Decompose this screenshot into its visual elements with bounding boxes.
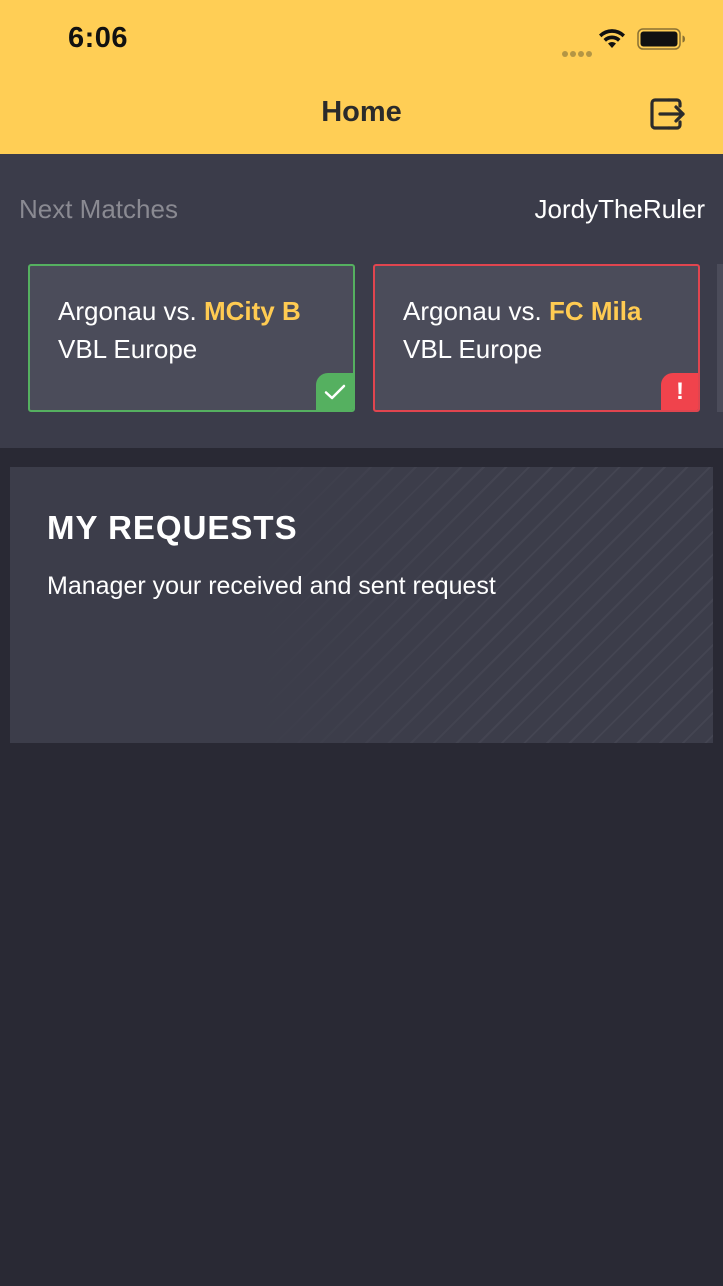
logout-button[interactable]: [647, 94, 687, 134]
match-league: VBL Europe: [403, 334, 543, 364]
cellular-signal-icon: [562, 44, 594, 62]
home-team: Argonau vs.: [58, 296, 204, 326]
next-matches-section: Next Matches JordyTheRuler Argonau vs. M…: [0, 154, 723, 448]
app-header: 6:06 Home: [0, 0, 723, 154]
match-card[interactable]: Argonau vs. FC Mila VBL Europe !: [373, 264, 700, 412]
battery-icon: [637, 28, 685, 50]
checkmark-icon: [324, 384, 346, 400]
opponent-team: FC Mila: [548, 296, 642, 326]
logout-icon: [650, 98, 685, 130]
wifi-icon: [599, 29, 625, 48]
match-card-peek[interactable]: [717, 264, 723, 412]
opponent-team: MCity B: [203, 296, 301, 326]
status-badge: [316, 373, 353, 410]
exclamation-icon: !: [676, 378, 684, 405]
status-time: 6:06: [68, 22, 129, 54]
my-requests-card[interactable]: MY REQUESTS Manager your received and se…: [10, 467, 713, 743]
status-badge: !: [661, 373, 698, 410]
match-title: Argonau vs. FC Mila: [403, 296, 641, 327]
page-title: Home: [321, 96, 402, 128]
match-title: Argonau vs. MCity B: [58, 296, 301, 327]
match-card[interactable]: Argonau vs. MCity B VBL Europe: [28, 264, 355, 412]
next-matches-label: Next Matches: [19, 194, 178, 224]
home-team: Argonau vs.: [403, 296, 549, 326]
requests-title: MY REQUESTS: [47, 509, 298, 546]
requests-subtitle: Manager your received and sent request: [47, 572, 496, 600]
match-league: VBL Europe: [58, 334, 198, 364]
username-label: JordyTheRuler: [534, 194, 705, 224]
